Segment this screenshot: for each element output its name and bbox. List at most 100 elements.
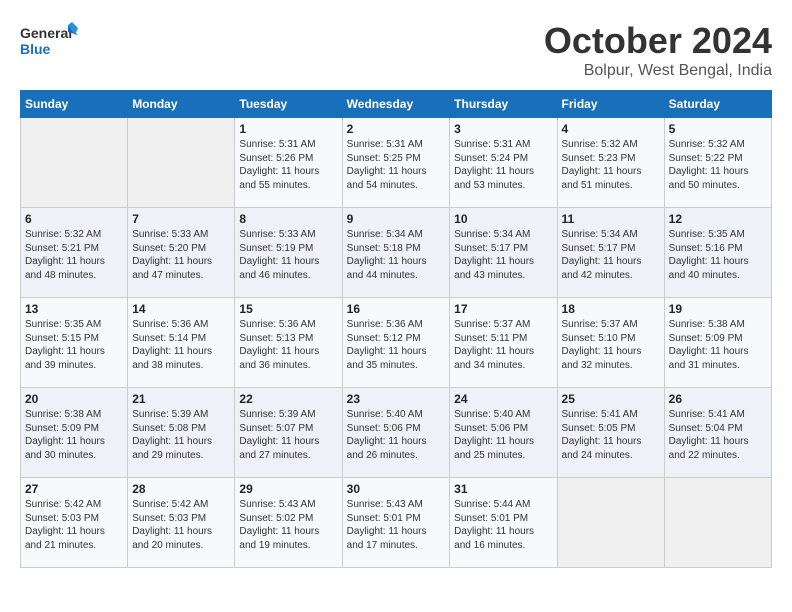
day-number: 5 [669,122,767,136]
day-info: Sunrise: 5:42 AMSunset: 5:03 PMDaylight:… [25,498,123,552]
calendar-cell: 18Sunrise: 5:37 AMSunset: 5:10 PMDayligh… [557,298,664,388]
day-number: 14 [132,302,230,316]
day-number: 8 [239,212,337,226]
calendar-cell: 13 Sunrise: 5:35 AMSunset: 5:15 PMDayligh… [21,298,128,388]
day-info: Sunrise: 5:39 AMSunset: 5:08 PMDaylight:… [132,408,230,462]
day-number: 16 [347,302,446,316]
day-info: Sunrise: 5:36 AMSunset: 5:13 PMDaylight:… [239,318,337,372]
day-info: Sunrise: 5:42 AMSunset: 5:03 PMDaylight:… [132,498,230,552]
day-info: Sunrise: 5:34 AMSunset: 5:17 PMDaylight:… [454,228,552,282]
day-info: Sunrise: 5:32 AMSunset: 5:21 PMDaylight:… [25,228,123,282]
title-section: October 2024 Bolpur, West Bengal, India [544,20,772,80]
logo-mark: General Blue [20,20,80,70]
calendar-cell [128,118,235,208]
day-number: 7 [132,212,230,226]
weekday-header-sunday: Sunday [21,91,128,118]
calendar-cell: 12Sunrise: 5:35 AMSunset: 5:16 PMDayligh… [664,208,771,298]
day-info: Sunrise: 5:41 AMSunset: 5:05 PMDaylight:… [562,408,660,462]
day-info: Sunrise: 5:38 AMSunset: 5:09 PMDaylight:… [669,318,767,372]
day-info: Sunrise: 5:32 AMSunset: 5:22 PMDaylight:… [669,138,767,192]
day-number: 9 [347,212,446,226]
calendar-table: SundayMondayTuesdayWednesdayThursdayFrid… [20,90,772,568]
weekday-header-wednesday: Wednesday [342,91,450,118]
day-number: 10 [454,212,552,226]
day-number: 20 [25,392,123,406]
calendar-cell: 21 Sunrise: 5:39 AMSunset: 5:08 PMDayligh… [128,388,235,478]
day-info: Sunrise: 5:31 AMSunset: 5:26 PMDaylight:… [239,138,337,192]
day-number: 25 [562,392,660,406]
weekday-header-saturday: Saturday [664,91,771,118]
calendar-cell: 2Sunrise: 5:31 AMSunset: 5:25 PMDaylight… [342,118,450,208]
calendar-cell: 10 Sunrise: 5:34 AMSunset: 5:17 PMDayligh… [450,208,557,298]
day-info: Sunrise: 5:36 AMSunset: 5:14 PMDaylight:… [132,318,230,372]
day-number: 17 [454,302,552,316]
location-title: Bolpur, West Bengal, India [544,62,772,80]
day-number: 26 [669,392,767,406]
calendar-cell: 16 Sunrise: 5:36 AMSunset: 5:12 PMDayligh… [342,298,450,388]
calendar-cell: 8 Sunrise: 5:33 AMSunset: 5:19 PMDaylight… [235,208,342,298]
day-info: Sunrise: 5:31 AMSunset: 5:25 PMDaylight:… [347,138,446,192]
day-number: 4 [562,122,660,136]
calendar-cell: 20Sunrise: 5:38 AMSunset: 5:09 PMDayligh… [21,388,128,478]
day-info: Sunrise: 5:39 AMSunset: 5:07 PMDaylight:… [239,408,337,462]
calendar-cell: 17 Sunrise: 5:37 AMSunset: 5:11 PMDayligh… [450,298,557,388]
calendar-cell: 29Sunrise: 5:43 AMSunset: 5:02 PMDayligh… [235,478,342,568]
weekday-header-friday: Friday [557,91,664,118]
calendar-cell: 5 Sunrise: 5:32 AMSunset: 5:22 PMDaylight… [664,118,771,208]
day-info: Sunrise: 5:33 AMSunset: 5:19 PMDaylight:… [239,228,337,282]
day-number: 1 [239,122,337,136]
page-header: General Blue October 2024 Bolpur, West B… [20,20,772,80]
day-number: 21 [132,392,230,406]
day-info: Sunrise: 5:36 AMSunset: 5:12 PMDaylight:… [347,318,446,372]
calendar-cell [557,478,664,568]
calendar-cell: 7 Sunrise: 5:33 AMSunset: 5:20 PMDaylight… [128,208,235,298]
calendar-cell: 19 Sunrise: 5:38 AMSunset: 5:09 PMDayligh… [664,298,771,388]
calendar-cell: 26Sunrise: 5:41 AMSunset: 5:04 PMDayligh… [664,388,771,478]
day-info: Sunrise: 5:34 AMSunset: 5:17 PMDaylight:… [562,228,660,282]
svg-text:Blue: Blue [20,41,51,57]
calendar-week-row: 27 Sunrise: 5:42 AMSunset: 5:03 PMDayligh… [21,478,772,568]
day-info: Sunrise: 5:31 AMSunset: 5:24 PMDaylight:… [454,138,552,192]
day-number: 22 [239,392,337,406]
svg-text:General: General [20,25,72,41]
day-number: 13 [25,302,123,316]
calendar-cell: 9 Sunrise: 5:34 AMSunset: 5:18 PMDaylight… [342,208,450,298]
calendar-cell [664,478,771,568]
calendar-cell [21,118,128,208]
day-number: 28 [132,482,230,496]
day-number: 31 [454,482,552,496]
calendar-week-row: 13 Sunrise: 5:35 AMSunset: 5:15 PMDayligh… [21,298,772,388]
day-number: 24 [454,392,552,406]
calendar-cell: 11 Sunrise: 5:34 AMSunset: 5:17 PMDayligh… [557,208,664,298]
day-info: Sunrise: 5:44 AMSunset: 5:01 PMDaylight:… [454,498,552,552]
calendar-cell: 23Sunrise: 5:40 AMSunset: 5:06 PMDayligh… [342,388,450,478]
calendar-cell: 30Sunrise: 5:43 AMSunset: 5:01 PMDayligh… [342,478,450,568]
day-info: Sunrise: 5:37 AMSunset: 5:11 PMDaylight:… [454,318,552,372]
calendar-cell: 24 Sunrise: 5:40 AMSunset: 5:06 PMDayligh… [450,388,557,478]
weekday-header-thursday: Thursday [450,91,557,118]
day-info: Sunrise: 5:43 AMSunset: 5:02 PMDaylight:… [239,498,337,552]
day-info: Sunrise: 5:34 AMSunset: 5:18 PMDaylight:… [347,228,446,282]
calendar-week-row: 20Sunrise: 5:38 AMSunset: 5:09 PMDayligh… [21,388,772,478]
calendar-week-row: 6Sunrise: 5:32 AMSunset: 5:21 PMDaylight… [21,208,772,298]
day-info: Sunrise: 5:40 AMSunset: 5:06 PMDaylight:… [454,408,552,462]
calendar-cell: 31 Sunrise: 5:44 AMSunset: 5:01 PMDayligh… [450,478,557,568]
calendar-cell: 15Sunrise: 5:36 AMSunset: 5:13 PMDayligh… [235,298,342,388]
day-number: 23 [347,392,446,406]
day-info: Sunrise: 5:37 AMSunset: 5:10 PMDaylight:… [562,318,660,372]
day-info: Sunrise: 5:32 AMSunset: 5:23 PMDaylight:… [562,138,660,192]
calendar-cell: 1 Sunrise: 5:31 AMSunset: 5:26 PMDaylight… [235,118,342,208]
calendar-cell: 25 Sunrise: 5:41 AMSunset: 5:05 PMDayligh… [557,388,664,478]
calendar-cell: 6Sunrise: 5:32 AMSunset: 5:21 PMDaylight… [21,208,128,298]
day-info: Sunrise: 5:35 AMSunset: 5:16 PMDaylight:… [669,228,767,282]
day-info: Sunrise: 5:35 AMSunset: 5:15 PMDaylight:… [25,318,123,372]
calendar-cell: 27 Sunrise: 5:42 AMSunset: 5:03 PMDayligh… [21,478,128,568]
day-number: 19 [669,302,767,316]
weekday-header-tuesday: Tuesday [235,91,342,118]
calendar-week-row: 1 Sunrise: 5:31 AMSunset: 5:26 PMDaylight… [21,118,772,208]
day-info: Sunrise: 5:33 AMSunset: 5:20 PMDaylight:… [132,228,230,282]
day-number: 11 [562,212,660,226]
weekday-header-monday: Monday [128,91,235,118]
day-number: 27 [25,482,123,496]
day-number: 30 [347,482,446,496]
